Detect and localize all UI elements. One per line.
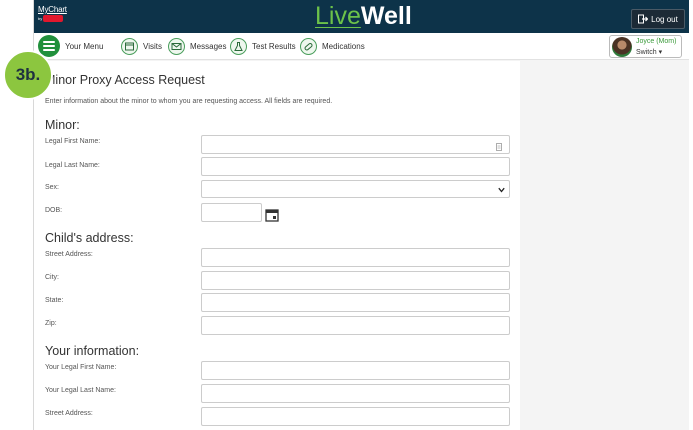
nav-visits[interactable]: Visits — [121, 37, 162, 56]
mychart-logo[interactable]: MyChart by — [38, 5, 70, 27]
avatar — [612, 37, 632, 57]
nav-test-results[interactable]: Test Results — [230, 37, 296, 56]
your-legal-last-name-label: Your Legal Last Name: — [45, 387, 116, 394]
nav-your-menu-label: Your Menu — [65, 42, 104, 51]
your-legal-first-name-input[interactable] — [201, 361, 510, 380]
flask-icon — [230, 38, 247, 55]
form-panel: Minor Proxy Access Request Enter informa… — [34, 61, 520, 430]
intro-text: Enter information about the minor to who… — [45, 98, 333, 105]
switch-label-text: Switch — [636, 49, 657, 56]
street-address-label: Street Address: — [45, 251, 93, 258]
envelope-icon — [168, 38, 185, 55]
nav-messages[interactable]: Messages — [168, 37, 226, 56]
mychart-logo-text: MyChart — [38, 5, 67, 14]
user-name: Joyce (Mom) — [636, 38, 677, 45]
section-minor-heading: Minor: — [45, 118, 80, 132]
street-address-input[interactable] — [201, 248, 510, 267]
section-address-heading: Child's address: — [45, 231, 134, 245]
page-title: Minor Proxy Access Request — [45, 73, 205, 87]
your-legal-first-name-label: Your Legal First Name: — [45, 364, 117, 371]
dob-input[interactable] — [201, 203, 262, 222]
top-header: MyChart by LiveWell Log out — [34, 0, 689, 33]
calendar-icon — [121, 38, 138, 55]
step-badge: 3b. — [3, 50, 53, 100]
right-gutter — [689, 0, 693, 430]
caret-down-icon: ▾ — [658, 49, 663, 56]
date-picker-icon[interactable] — [265, 208, 279, 222]
nav-bar: Your Menu Visits Messages Test Results M… — [34, 33, 689, 60]
dob-label: DOB: — [45, 207, 63, 214]
brand-logo[interactable]: LiveWell — [315, 3, 412, 30]
partner-logo-badge — [43, 15, 63, 22]
nav-visits-label: Visits — [143, 42, 162, 51]
nav-your-menu[interactable]: Your Menu — [65, 37, 103, 56]
state-label: State: — [45, 297, 64, 304]
chevron-down-icon — [498, 187, 505, 193]
switch-label: Switch ▾ — [636, 48, 662, 56]
your-street-address-label: Street Address: — [45, 410, 93, 417]
state-input[interactable] — [201, 293, 510, 312]
brand-logo-part1: Live — [315, 2, 361, 30]
sex-label: Sex: — [45, 184, 60, 191]
nav-test-results-label: Test Results — [252, 42, 296, 51]
city-label: City: — [45, 274, 59, 281]
zip-label: Zip: — [45, 320, 57, 327]
city-input[interactable] — [201, 271, 510, 290]
zip-input[interactable] — [201, 316, 510, 335]
nav-messages-label: Messages — [190, 42, 227, 51]
legal-last-name-input[interactable] — [201, 157, 510, 176]
logout-icon — [638, 14, 649, 24]
menu-icon — [43, 41, 55, 43]
brand-logo-part2: Well — [360, 2, 412, 30]
nav-medications-label: Medications — [322, 42, 365, 51]
mychart-logo-by: by — [38, 16, 43, 21]
pill-icon — [300, 38, 317, 55]
legal-first-name-input[interactable] — [201, 135, 510, 154]
autofill-icon — [496, 143, 502, 151]
legal-first-name-label: Legal First Name: — [45, 138, 101, 145]
section-your-info-heading: Your information: — [45, 344, 140, 358]
nav-medications[interactable]: Medications — [300, 37, 365, 56]
your-legal-last-name-input[interactable] — [201, 384, 510, 403]
app-window: MyChart by LiveWell Log out Your Menu Vi… — [33, 0, 689, 430]
logout-button[interactable]: Log out — [631, 9, 685, 29]
legal-last-name-label: Legal Last Name: — [45, 162, 100, 169]
user-switcher[interactable]: Joyce (Mom) Switch ▾ — [609, 35, 682, 58]
logout-label: Log out — [651, 14, 678, 24]
your-street-address-input[interactable] — [201, 407, 510, 426]
sex-select[interactable] — [201, 180, 510, 198]
